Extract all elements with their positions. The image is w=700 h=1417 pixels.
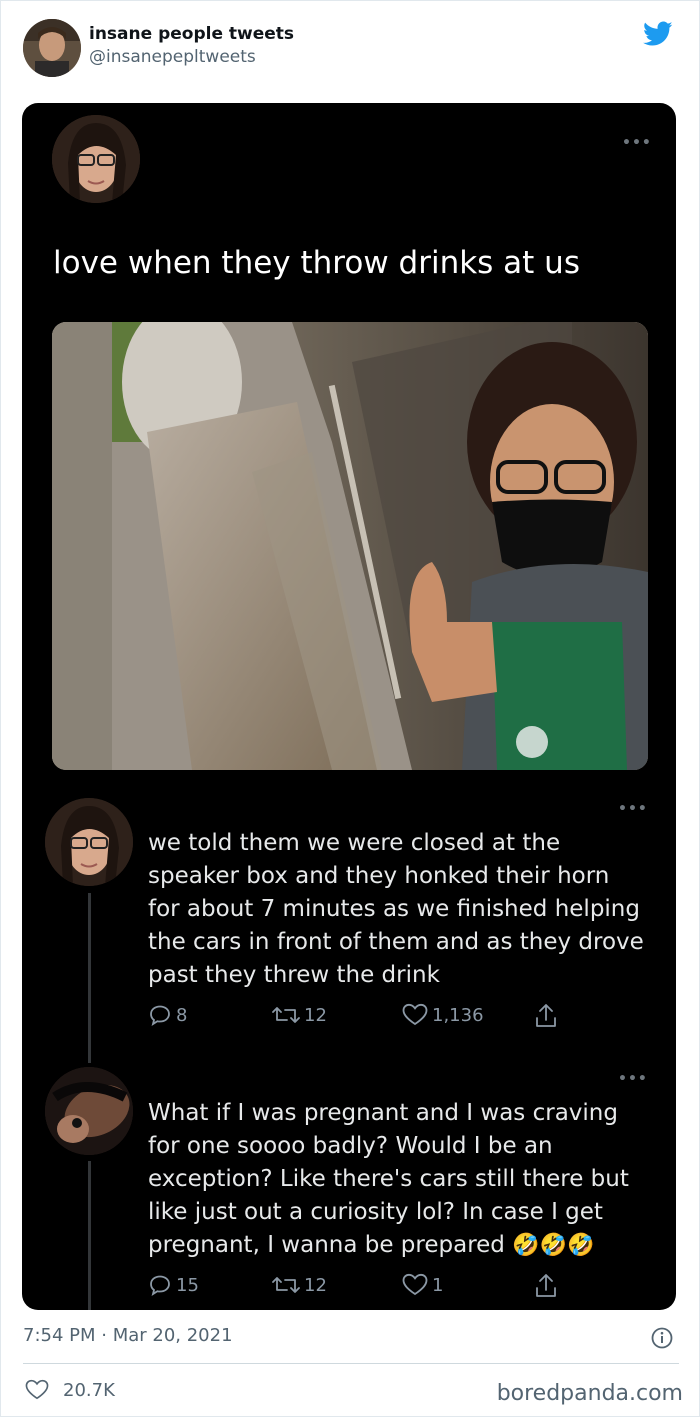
- tweet-timestamp[interactable]: 7:54 PM · Mar 20, 2021: [23, 1325, 233, 1346]
- account-avatar[interactable]: [23, 19, 81, 77]
- info-icon[interactable]: [651, 1327, 673, 1349]
- reply-2-avatar: [45, 1067, 133, 1155]
- reply-button[interactable]: 8: [148, 1003, 187, 1027]
- reply-icon: [150, 1005, 170, 1026]
- share-icon: [536, 1274, 556, 1297]
- embedded-screenshot: ••• love when they throw drinks at us ••…: [22, 103, 676, 1310]
- retweet-icon: [272, 1277, 300, 1293]
- reply-count: 15: [176, 1274, 199, 1296]
- heart-icon: [25, 1379, 49, 1400]
- reply-2: ••• What if I was pregnant and I was cra…: [22, 1065, 676, 1310]
- total-likes: 20.7K: [63, 1379, 115, 1401]
- retweet-icon: [272, 1007, 300, 1023]
- tweet-header: insane people tweets @insanepepltweets: [23, 17, 679, 79]
- retweet-button[interactable]: 12: [272, 1003, 327, 1027]
- thread-line: [88, 893, 91, 1063]
- watermark: boredpanda.com: [496, 1381, 683, 1406]
- reply-2-text: What if I was pregnant and I was craving…: [148, 1097, 648, 1262]
- op-tweet-text: love when they throw drinks at us: [53, 245, 580, 281]
- laughing-emoji: 🤣🤣🤣: [512, 1233, 595, 1258]
- share-button[interactable]: [534, 1003, 558, 1029]
- twitter-bird-icon[interactable]: [643, 21, 673, 47]
- like-count: 1,136: [432, 1004, 484, 1026]
- reply-1-text: we told them we were closed at the speak…: [148, 830, 644, 988]
- reply-count: 8: [176, 1004, 188, 1026]
- like-action[interactable]: 20.7K: [25, 1379, 115, 1401]
- reply-icon: [150, 1275, 170, 1296]
- like-count: 1: [432, 1274, 444, 1296]
- op-avatar: [52, 115, 140, 203]
- like-button[interactable]: 1,136: [402, 1003, 484, 1027]
- heart-icon: [402, 1273, 428, 1296]
- retweet-count: 12: [304, 1274, 327, 1296]
- share-icon: [536, 1004, 556, 1027]
- like-button[interactable]: 1: [402, 1273, 443, 1297]
- share-button[interactable]: [534, 1273, 558, 1299]
- embedded-tweet-card: insane people tweets @insanepepltweets •…: [0, 0, 700, 1417]
- selfie-photo[interactable]: [52, 322, 648, 770]
- more-options-icon[interactable]: •••: [618, 1071, 648, 1087]
- reply-button[interactable]: 15: [148, 1273, 199, 1297]
- more-options-icon[interactable]: •••: [618, 801, 648, 817]
- thread-line: [88, 1161, 91, 1310]
- reply-1-avatar: [45, 798, 133, 886]
- account-display-name[interactable]: insane people tweets: [89, 23, 294, 45]
- reply-1: ••• we told them we were closed at the s…: [22, 793, 676, 1083]
- reply-2-actions: 15 12 1: [148, 1273, 578, 1303]
- account-handle[interactable]: @insanepepltweets: [89, 45, 294, 69]
- reply-1-actions: 8 12 1,136: [148, 1003, 578, 1033]
- footer-divider: [23, 1363, 679, 1364]
- more-options-icon[interactable]: •••: [622, 135, 652, 151]
- retweet-button[interactable]: 12: [272, 1273, 327, 1297]
- retweet-count: 12: [304, 1004, 327, 1026]
- heart-icon: [402, 1003, 428, 1026]
